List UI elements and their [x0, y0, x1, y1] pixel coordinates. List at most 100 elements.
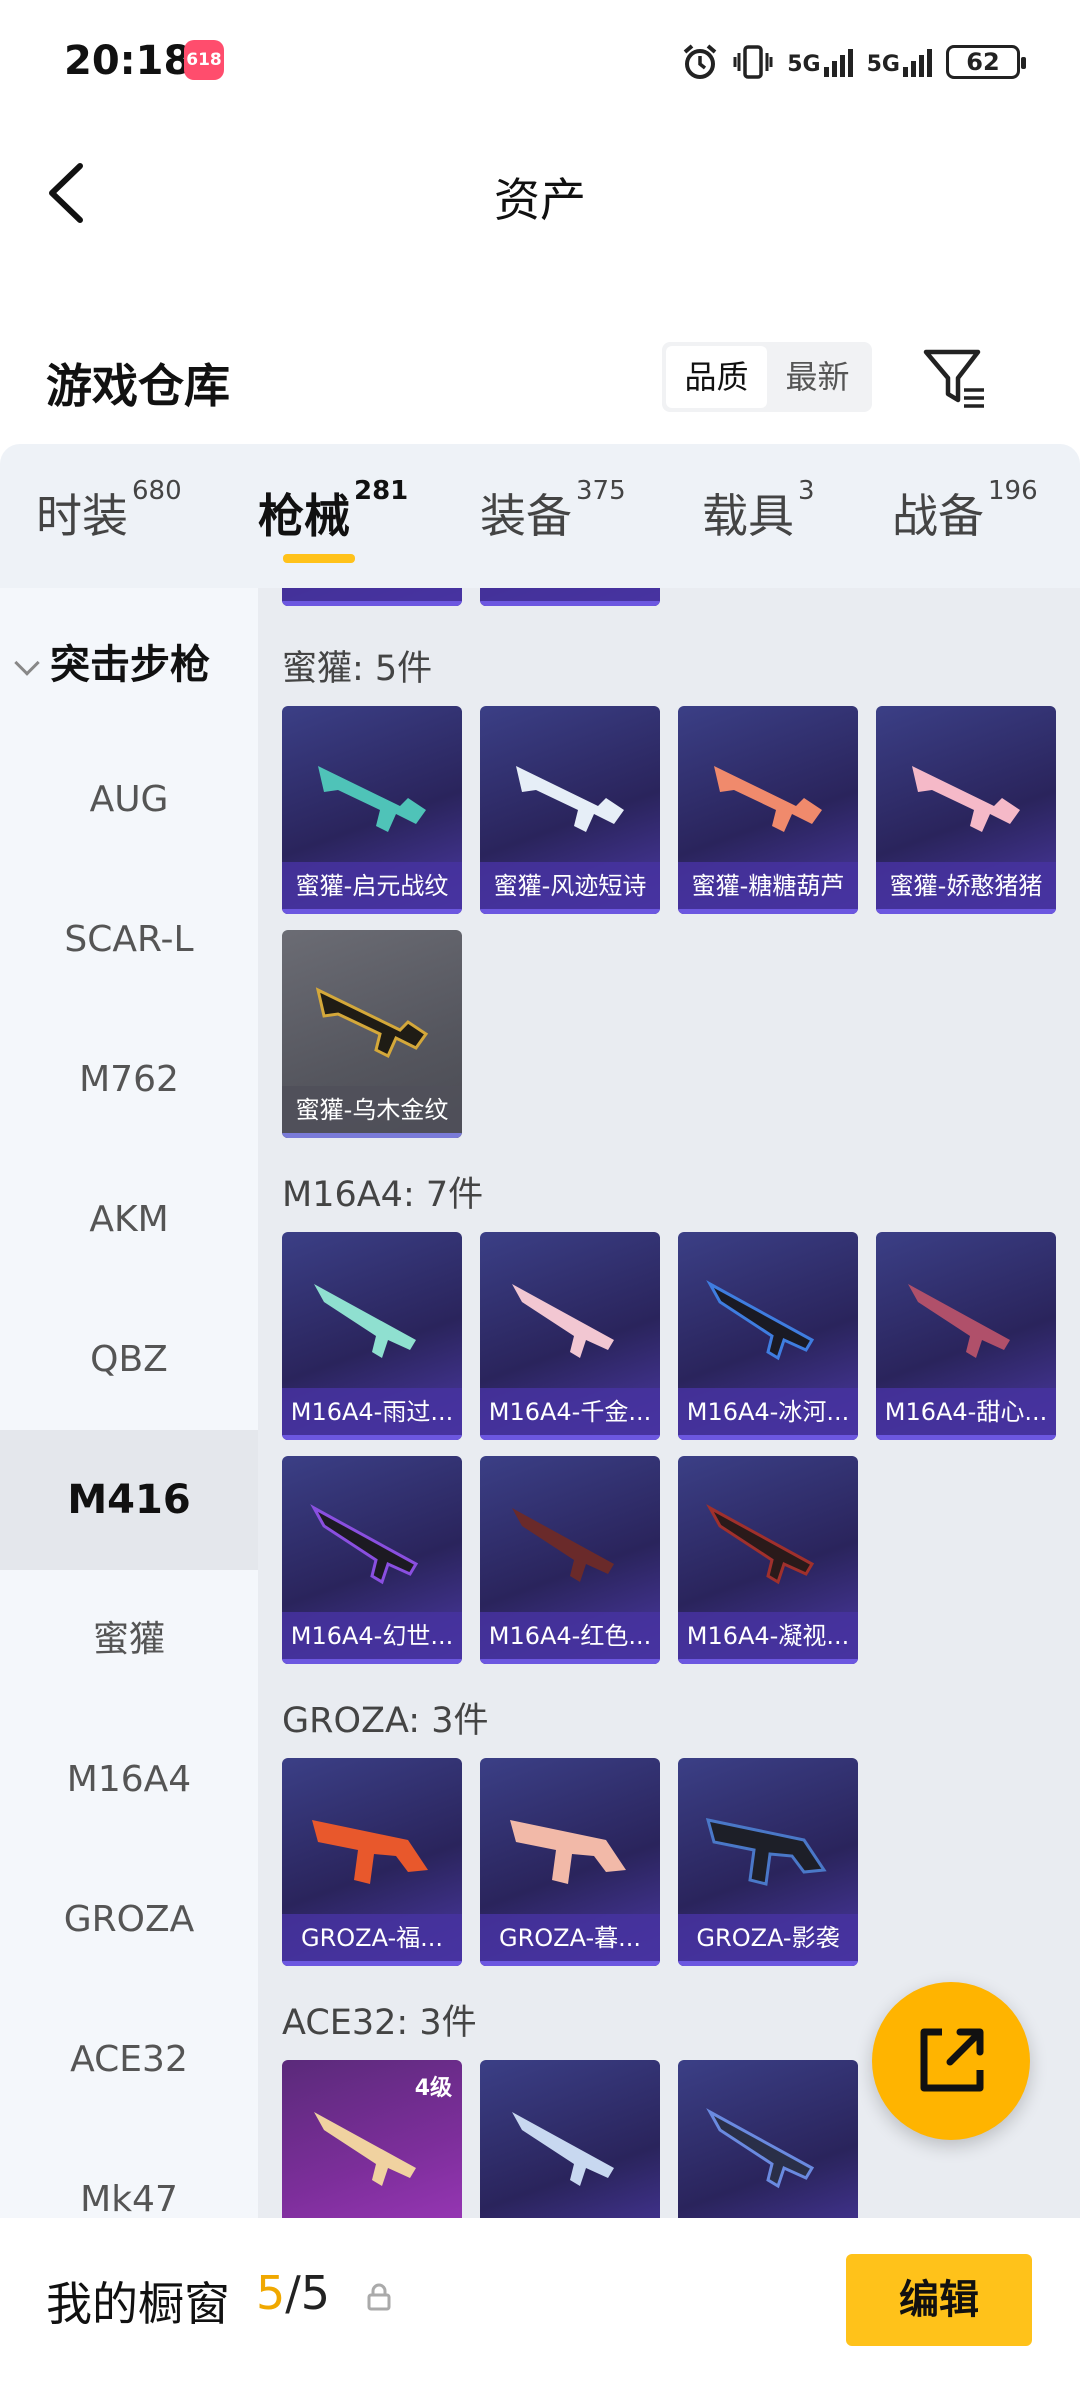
tab-label: 载具: [702, 489, 794, 543]
warehouse-header: 游戏仓库 品质 最新: [0, 330, 1080, 440]
tab-label: 战备: [892, 489, 984, 543]
page-title: 资产: [494, 173, 586, 227]
tab-count: 3: [798, 476, 815, 506]
lock-icon: [367, 2283, 391, 2311]
network-type-2: 5G: [866, 52, 900, 77]
skin-card[interactable]: M16A4-冰河...: [678, 1232, 858, 1440]
sidebar-item-m416[interactable]: M416: [0, 1430, 258, 1570]
battery-icon: 62: [946, 45, 1026, 79]
skin-card[interactable]: M16A4-千金...: [480, 1232, 660, 1440]
sidebar-item-honey-badger[interactable]: 蜜獾: [0, 1570, 258, 1710]
signal-2: 5G: [867, 47, 932, 77]
sidebar-item-groza[interactable]: GROZA: [0, 1850, 258, 1990]
skin-card-label: 蜜獾-风迹短诗: [480, 862, 660, 914]
edit-button[interactable]: 编辑: [846, 2254, 1032, 2346]
skin-card[interactable]: M16A4-幻世...: [282, 1456, 462, 1664]
skin-card[interactable]: M16A4-雨过...: [282, 1232, 462, 1440]
skin-card-label: 蜜獾-糖糖葫芦: [678, 862, 858, 914]
showcase-title: 我的橱窗: [46, 2277, 230, 2331]
skin-card[interactable]: M16A4-凝视...: [678, 1456, 858, 1664]
tab-equipment[interactable]: 装备 375: [480, 476, 626, 546]
weapon-skin-icon: [908, 1284, 1010, 1358]
showcase-separator: /: [285, 2266, 301, 2320]
skin-card[interactable]: 蜜獾-糖糖葫芦: [678, 706, 858, 914]
active-tab-indicator: [283, 554, 355, 563]
weapon-skin-icon: [318, 766, 426, 832]
skin-card-label: GROZA-影袭: [678, 1914, 858, 1966]
weapon-skin-icon: [714, 766, 822, 832]
nav-bar: 资产: [0, 120, 1080, 260]
sidebar-item-akm[interactable]: AKM: [0, 1150, 258, 1290]
group-title: M16A4: 7件: [282, 1175, 484, 1215]
sort-quality-button[interactable]: 品质: [666, 346, 767, 408]
sidebar-item-qbz[interactable]: QBZ: [0, 1290, 258, 1430]
skin-card[interactable]: [678, 2060, 858, 2218]
skin-card-label: M16A4-雨过...: [282, 1388, 462, 1440]
sort-toggle: 品质 最新: [662, 342, 872, 412]
skin-card-label: GROZA-暮...: [480, 1914, 660, 1966]
sidebar-item-m16a4[interactable]: M16A4: [0, 1710, 258, 1850]
app-screen: 20:18 618 5G 5G 62 资产 游戏仓库 品质 最新 时装 680 …: [0, 0, 1080, 2382]
tab-label: 装备: [480, 489, 572, 543]
tab-label: 枪械: [258, 489, 350, 543]
skin-card-label: M16A4-冰河...: [678, 1388, 858, 1440]
skin-card[interactable]: [282, 588, 462, 606]
tab-guns[interactable]: 枪械 281: [258, 476, 408, 546]
skin-card-label: GROZA-福...: [282, 1914, 462, 1966]
showcase-bar: 我的橱窗 5/5 编辑: [0, 2218, 1080, 2382]
weapon-skin-icon: [310, 1504, 419, 1585]
tab-fashion[interactable]: 时装 680: [36, 476, 182, 546]
tab-count: 281: [354, 476, 409, 506]
skin-card[interactable]: 蜜獾-乌木金纹: [282, 930, 462, 1138]
filter-icon[interactable]: [920, 346, 990, 410]
app-badge-icon: 618: [184, 40, 224, 80]
tab-vehicles[interactable]: 载具 3: [702, 476, 815, 546]
sidebar-group-assault-rifles[interactable]: 突击步枪: [14, 632, 210, 690]
weapon-skin-icon: [510, 1820, 626, 1884]
skin-card[interactable]: 4级: [282, 2060, 462, 2218]
skin-card[interactable]: M16A4-红色...: [480, 1456, 660, 1664]
alarm-icon: [683, 44, 717, 79]
weapon-skin-icon: [312, 1820, 428, 1884]
weapon-skin-icon: [314, 2112, 416, 2186]
skin-card[interactable]: [480, 2060, 660, 2218]
sidebar-item-ace32[interactable]: ACE32: [0, 1990, 258, 2130]
weapon-sidebar: 突击步枪 AUG SCAR-L M762 AKM QBZ M416 蜜獾 M16…: [0, 588, 258, 2220]
skin-card-label: [282, 588, 462, 606]
tab-supplies[interactable]: 战备 196: [892, 476, 1038, 546]
skin-card-label: M16A4-甜心...: [876, 1388, 1056, 1440]
signal-1: 5G: [787, 47, 853, 77]
weapon-skin-icon: [705, 1818, 827, 1886]
network-type-1: 5G: [787, 52, 821, 77]
weapon-skin-icon: [512, 1284, 614, 1358]
skin-card[interactable]: 蜜獾-风迹短诗: [480, 706, 660, 914]
showcase-count: 5/5: [256, 2266, 330, 2320]
skin-card-label: M16A4-凝视...: [678, 1612, 858, 1664]
status-icons: 5G 5G 62: [681, 40, 1026, 84]
weapon-skin-icon: [512, 1508, 614, 1582]
group-title: GROZA: 3件: [282, 1701, 489, 1741]
tab-count: 196: [988, 476, 1038, 506]
skin-card[interactable]: GROZA-影袭: [678, 1758, 858, 1966]
skin-card-label: 蜜獾-乌木金纹: [282, 1086, 462, 1138]
skin-card[interactable]: 蜜獾-启元战纹: [282, 706, 462, 914]
skin-card-label: [480, 588, 660, 606]
weapon-skin-icon: [516, 766, 624, 832]
chevron-down-icon: [14, 650, 40, 676]
group-title: 蜜獾: 5件: [282, 649, 433, 689]
weapon-skin-icon: [706, 1280, 815, 1361]
vibrate-icon: [733, 45, 773, 79]
skin-card[interactable]: [480, 588, 660, 606]
skin-card[interactable]: GROZA-暮...: [480, 1758, 660, 1966]
sidebar-item-m762[interactable]: M762: [0, 1010, 258, 1150]
share-fab-button[interactable]: [872, 1982, 1030, 2140]
sidebar-item-aug[interactable]: AUG: [0, 730, 258, 870]
sidebar-item-scar-l[interactable]: SCAR-L: [0, 870, 258, 1010]
skin-card[interactable]: M16A4-甜心...: [876, 1232, 1056, 1440]
sort-newest-button[interactable]: 最新: [767, 346, 868, 408]
weapon-skin-icon: [512, 2112, 614, 2186]
skin-card[interactable]: GROZA-福...: [282, 1758, 462, 1966]
skin-card[interactable]: 蜜獾-娇憨猪猪: [876, 706, 1056, 914]
group-title: ACE32: 3件: [282, 2003, 477, 2043]
skin-card-label: M16A4-千金...: [480, 1388, 660, 1440]
